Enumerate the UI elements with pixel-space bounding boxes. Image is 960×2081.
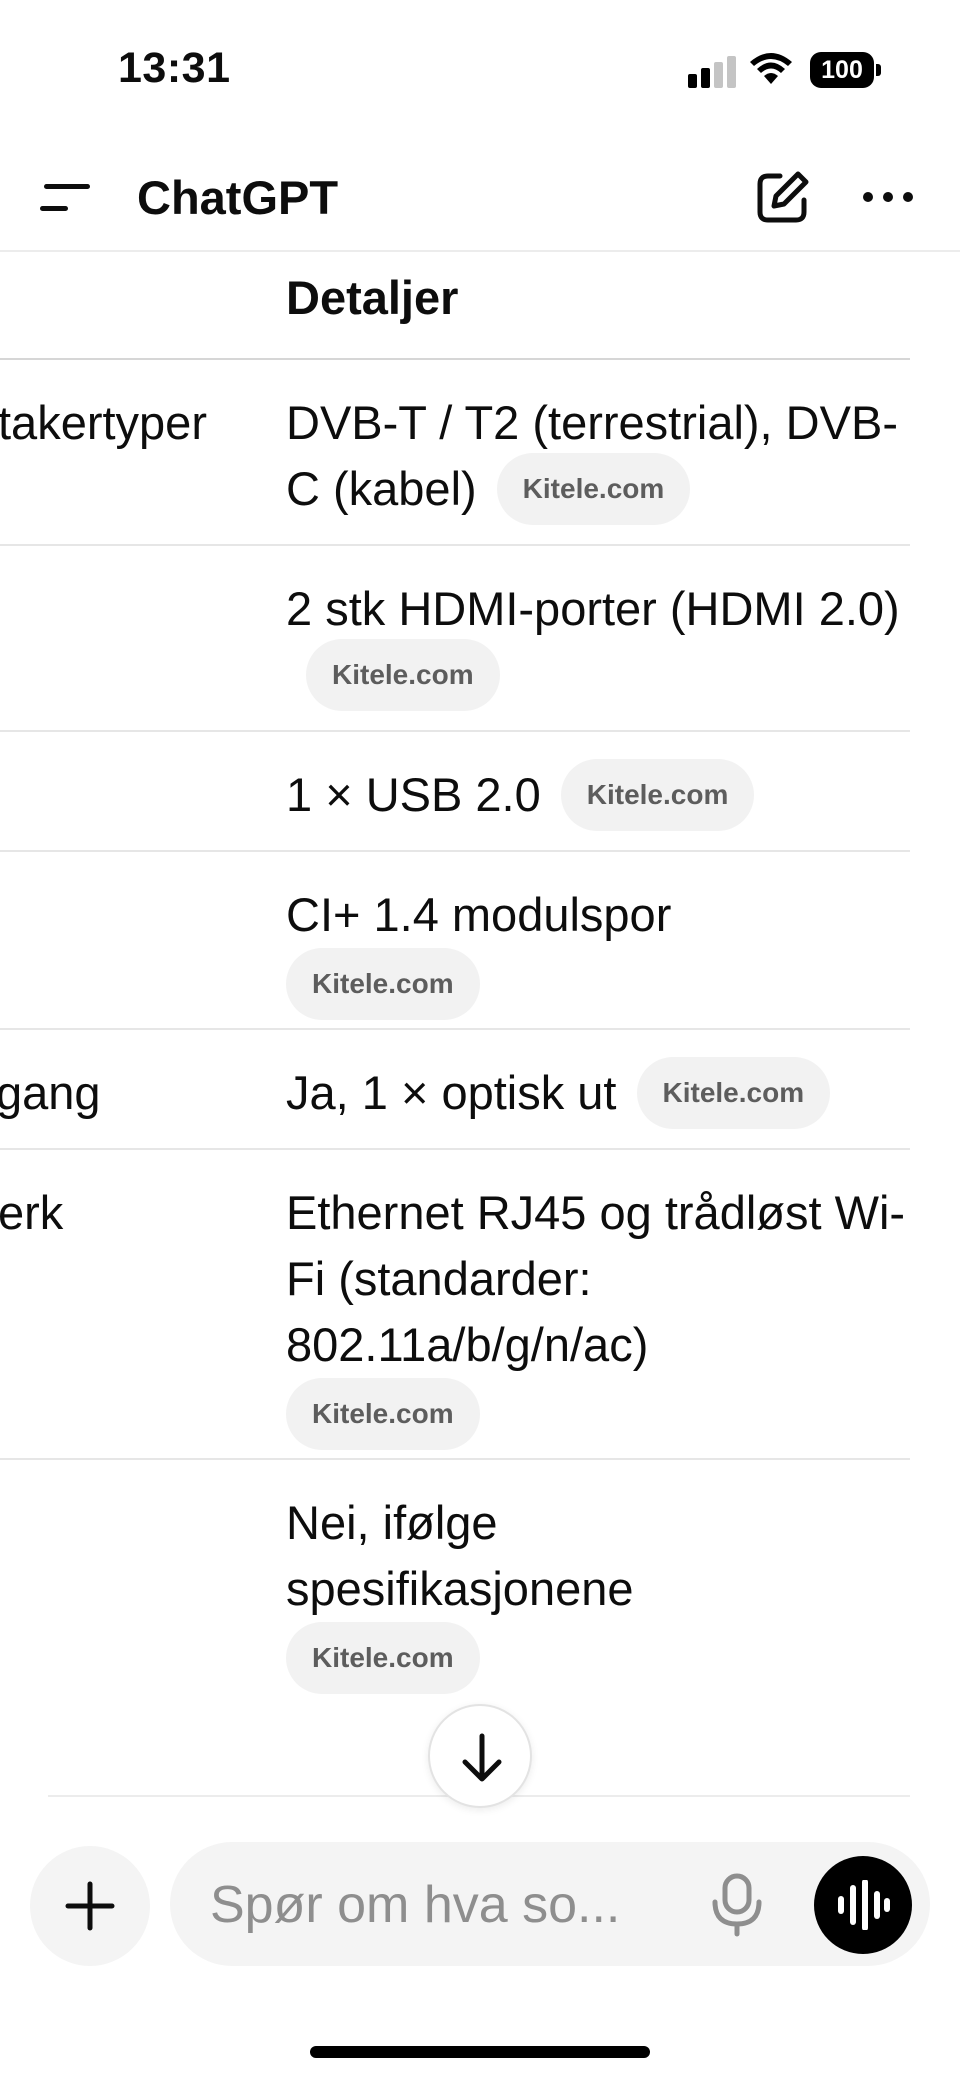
row-value-text: Ethernet RJ45 og trådløst Wi-Fi (standar… (286, 1186, 906, 1371)
waveform-icon (838, 1880, 890, 1930)
source-chip[interactable]: Kitele.com (560, 758, 755, 831)
row-value: DVB-T / T2 (terrestrial), DVB-C (kabel) K… (286, 360, 906, 529)
message-input[interactable] (210, 1872, 670, 1938)
row-label: gang (0, 1066, 101, 1119)
row-value: Ethernet RJ45 og trådløst Wi-Fi (standar… (286, 1150, 906, 1454)
signal-icon (688, 56, 736, 88)
source-chip[interactable]: Kitele.com (286, 948, 480, 1020)
table-row: erk Ethernet RJ45 og trådløst Wi-Fi (sta… (0, 1150, 910, 1460)
ellipsis-icon[interactable] (858, 180, 918, 214)
table-row: 1 × USB 2.0 Kitele.com (0, 732, 910, 852)
row-value-text: 2 stk HDMI-porter (HDMI 2.0) (286, 582, 900, 635)
source-chip[interactable]: Kitele.com (636, 1056, 831, 1129)
home-indicator (310, 2046, 650, 2058)
wifi-icon (750, 53, 792, 84)
source-chip[interactable]: Kitele.com (286, 1378, 480, 1450)
row-value-text: CI+ 1.4 modulspor (286, 888, 672, 941)
source-chip[interactable]: Kitele.com (306, 638, 500, 711)
message-composer (170, 1842, 930, 1966)
row-value: 1 × USB 2.0 Kitele.com (286, 732, 906, 835)
status-bar: 13:31 100 (0, 0, 960, 140)
table-row: takertyper DVB-T / T2 (terrestrial), DVB… (0, 360, 910, 546)
row-value: Nei, ifølge spesifikasjonene Kitele.com (286, 1460, 906, 1698)
row-label: takertyper (0, 396, 207, 449)
table-row: CI+ 1.4 modulspor Kitele.com (0, 852, 910, 1030)
column-header-details: Detaljer (286, 271, 459, 324)
row-value: CI+ 1.4 modulspor Kitele.com (286, 852, 906, 1024)
app-header: ChatGPT (0, 140, 960, 252)
scroll-down-button[interactable] (428, 1704, 532, 1808)
row-label: erk (0, 1186, 64, 1239)
row-value: Ja, 1 × optisk ut Kitele.com (286, 1030, 906, 1133)
table-header: Detaljer (0, 252, 910, 360)
status-time: 13:31 (118, 44, 231, 92)
plus-icon (65, 1881, 115, 1931)
pencil-square-icon[interactable] (754, 168, 812, 226)
row-value-text: Nei, ifølge spesifikasjonene (286, 1496, 634, 1615)
row-value-text: Ja, 1 × optisk ut (286, 1066, 617, 1119)
add-button[interactable] (30, 1846, 150, 1966)
battery-icon: 100 (810, 52, 881, 88)
row-value: 2 stk HDMI-porter (HDMI 2.0)Kitele.com (286, 546, 906, 715)
battery-level: 100 (810, 52, 874, 88)
voice-mode-button[interactable] (814, 1856, 912, 1954)
menu-icon[interactable] (36, 176, 96, 218)
source-chip[interactable]: Kitele.com (286, 1622, 480, 1694)
row-value-text: 1 × USB 2.0 (286, 768, 541, 821)
source-chip[interactable]: Kitele.com (496, 452, 691, 525)
microphone-icon[interactable] (707, 1872, 767, 1938)
spec-table: Detaljer takertyper DVB-T / T2 (terrestr… (0, 252, 910, 1700)
table-row: Nei, ifølge spesifikasjonene Kitele.com (0, 1460, 910, 1700)
app-title[interactable]: ChatGPT (137, 170, 338, 225)
table-row: gang Ja, 1 × optisk ut Kitele.com (0, 1030, 910, 1150)
arrow-down-icon (462, 1733, 502, 1782)
table-row: 2 stk HDMI-porter (HDMI 2.0)Kitele.com (0, 546, 910, 732)
